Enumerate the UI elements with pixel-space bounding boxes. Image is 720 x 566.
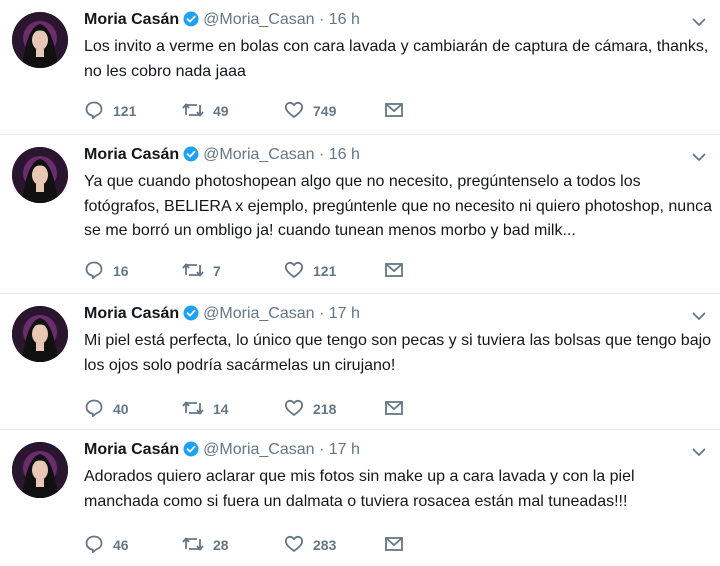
retweet-button[interactable]: 14: [182, 397, 229, 421]
tweet[interactable]: Moria Casán @Moria_Casan · 17 h Adorados …: [0, 430, 720, 566]
tweet[interactable]: Moria Casán @Moria_Casan · 16 h Ya que cu…: [0, 135, 720, 294]
reply-count: 121: [113, 103, 137, 119]
chevron-down-icon[interactable]: [692, 444, 706, 462]
retweet-button[interactable]: 7: [182, 259, 221, 283]
display-name[interactable]: Moria Casán: [84, 146, 179, 163]
timestamp[interactable]: 16 h: [329, 11, 360, 28]
separator-dot: ·: [314, 305, 329, 322]
like-button[interactable]: 121: [284, 259, 336, 283]
handle[interactable]: @Moria_Casan: [203, 11, 314, 28]
heart-icon: [284, 398, 304, 421]
direct-message-button[interactable]: [384, 533, 404, 557]
retweet-icon: [182, 260, 204, 283]
reply-count: 16: [113, 263, 129, 279]
tweet-header: Moria Casán @Moria_Casan · 16 h: [84, 144, 360, 166]
separator-dot: ·: [314, 11, 329, 28]
timestamp[interactable]: 16 h: [329, 146, 360, 163]
timestamp[interactable]: 17 h: [329, 441, 360, 458]
direct-message-button[interactable]: [384, 259, 404, 283]
tweet-text: Ya que cuando photoshopean algo que no n…: [84, 173, 712, 239]
tweet[interactable]: Moria Casán @Moria_Casan · 17 h Mi piel e…: [0, 294, 720, 430]
like-count: 749: [313, 103, 337, 119]
tweet-header: Moria Casán @Moria_Casan · 17 h: [84, 439, 360, 461]
tweet-header: Moria Casán @Moria_Casan · 16 h: [84, 9, 360, 31]
timestamp[interactable]: 17 h: [329, 305, 360, 322]
display-name[interactable]: Moria Casán: [84, 305, 179, 322]
envelope-icon: [384, 399, 404, 420]
reply-button[interactable]: 40: [84, 397, 129, 421]
retweet-count: 49: [213, 103, 229, 119]
retweet-icon: [182, 534, 204, 557]
handle[interactable]: @Moria_Casan: [203, 305, 314, 322]
reply-icon: [84, 534, 104, 557]
like-button[interactable]: 283: [284, 533, 336, 557]
reply-count: 40: [113, 401, 129, 417]
retweet-count: 14: [213, 401, 229, 417]
like-button[interactable]: 218: [284, 397, 336, 421]
separator-dot: ·: [314, 441, 329, 458]
display-name[interactable]: Moria Casán: [84, 11, 179, 28]
avatar[interactable]: [12, 147, 68, 203]
verified-badge-icon: [183, 146, 199, 169]
envelope-icon: [384, 261, 404, 282]
chevron-down-icon[interactable]: [692, 14, 706, 32]
retweet-icon: [182, 100, 204, 123]
reply-icon: [84, 260, 104, 283]
verified-badge-icon: [183, 11, 199, 34]
separator-dot: ·: [314, 146, 329, 163]
heart-icon: [284, 260, 304, 283]
avatar[interactable]: [12, 306, 68, 362]
chevron-down-icon[interactable]: [692, 308, 706, 326]
avatar[interactable]: [12, 12, 68, 68]
tweet-header: Moria Casán @Moria_Casan · 17 h: [84, 303, 360, 325]
reply-icon: [84, 398, 104, 421]
reply-button[interactable]: 121: [84, 99, 136, 123]
chevron-down-icon[interactable]: [692, 149, 706, 167]
like-count: 283: [313, 537, 337, 553]
like-count: 121: [313, 263, 337, 279]
envelope-icon: [384, 101, 404, 122]
heart-icon: [284, 534, 304, 557]
display-name[interactable]: Moria Casán: [84, 441, 179, 458]
tweet-text: Mi piel está perfecta, lo único que teng…: [84, 332, 712, 374]
verified-badge-icon: [183, 305, 199, 328]
envelope-icon: [384, 535, 404, 556]
reply-icon: [84, 100, 104, 123]
direct-message-button[interactable]: [384, 99, 404, 123]
retweet-count: 28: [213, 537, 229, 553]
heart-icon: [284, 100, 304, 123]
tweet[interactable]: Moria Casán @Moria_Casan · 16 h Los invit…: [0, 0, 720, 135]
tweet-text: Los invito a verme en bolas con cara lav…: [84, 38, 709, 80]
retweet-count: 7: [213, 263, 221, 279]
like-count: 218: [313, 401, 337, 417]
like-button[interactable]: 749: [284, 99, 336, 123]
retweet-button[interactable]: 28: [182, 533, 229, 557]
avatar[interactable]: [12, 442, 68, 498]
verified-badge-icon: [183, 441, 199, 464]
handle[interactable]: @Moria_Casan: [203, 441, 314, 458]
handle[interactable]: @Moria_Casan: [203, 146, 314, 163]
reply-button[interactable]: 46: [84, 533, 129, 557]
direct-message-button[interactable]: [384, 397, 404, 421]
reply-button[interactable]: 16: [84, 259, 129, 283]
retweet-button[interactable]: 49: [182, 99, 229, 123]
reply-count: 46: [113, 537, 129, 553]
retweet-icon: [182, 398, 204, 421]
tweet-text: Adorados quiero aclarar que mis fotos si…: [84, 468, 635, 510]
